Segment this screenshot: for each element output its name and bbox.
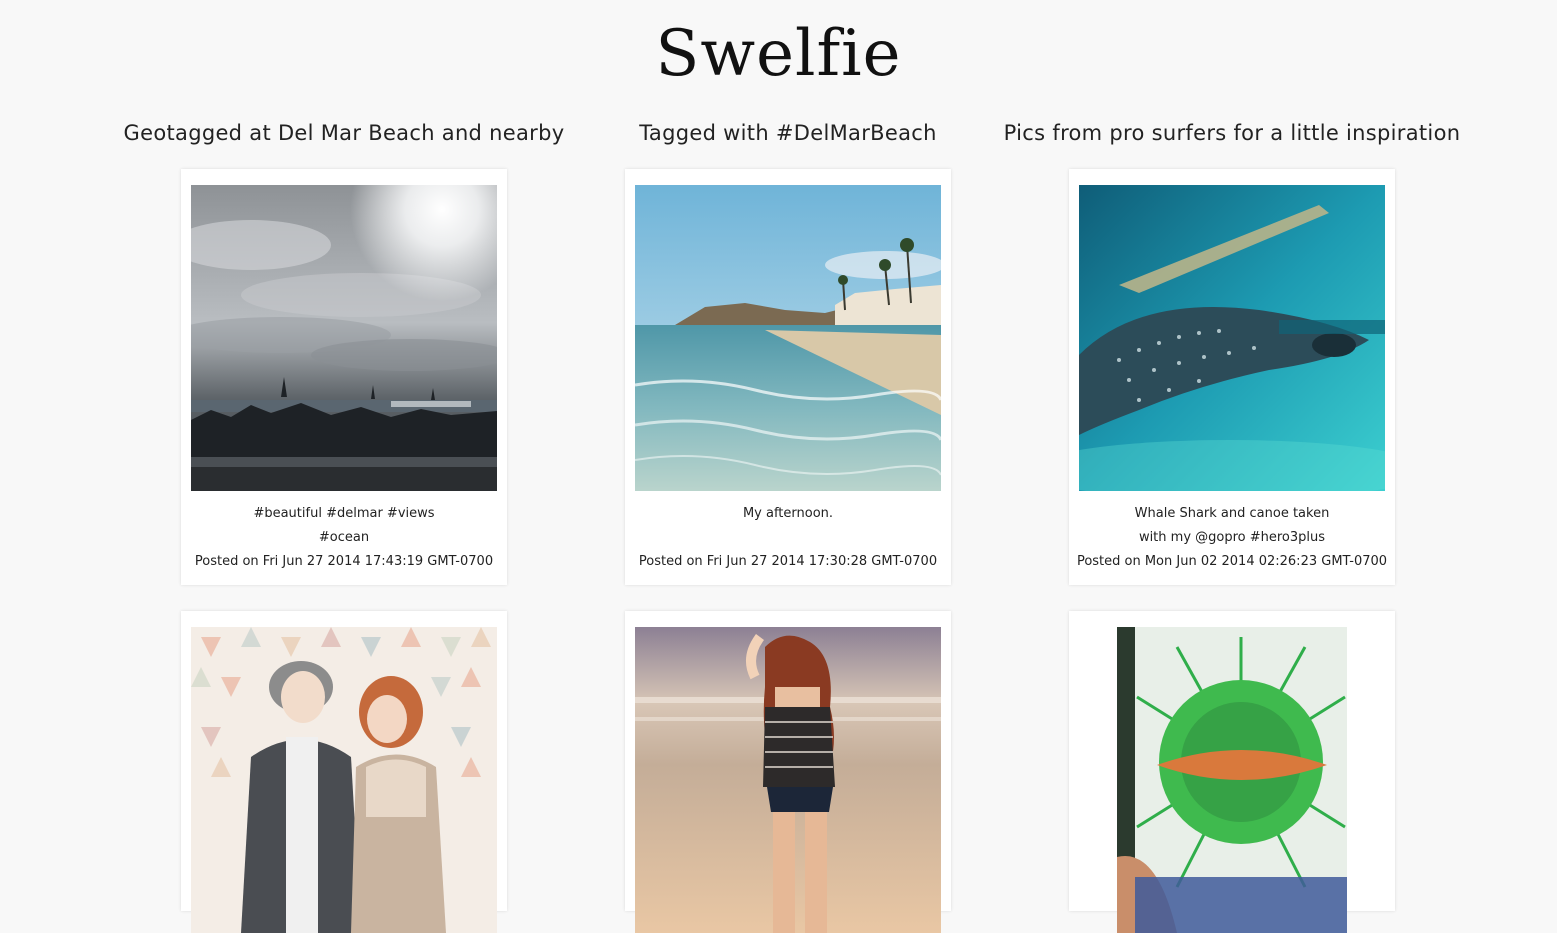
photo-whale-shark-underwater[interactable] bbox=[1079, 185, 1385, 491]
post-caption: My afternoon. bbox=[742, 506, 834, 521]
photo-beach-shoreline[interactable] bbox=[635, 185, 941, 491]
post-timestamp: Posted on Mon Jun 02 2014 02:26:23 GMT-0… bbox=[1076, 554, 1388, 569]
photo-card[interactable]: My afternoon. Posted on Fri Jun 27 2014 … bbox=[625, 169, 951, 585]
post-timestamp: Posted on Fri Jun 27 2014 17:30:28 GMT-0… bbox=[638, 554, 938, 569]
photo-girl-on-beach[interactable] bbox=[635, 627, 941, 933]
photo-illustrated-couple[interactable] bbox=[191, 627, 497, 933]
photo-card[interactable] bbox=[625, 611, 951, 933]
column-heading-geotagged: Geotagged at Del Mar Beach and nearby bbox=[123, 121, 565, 145]
photo-card[interactable] bbox=[1069, 611, 1395, 933]
post-caption: Whale Shark and canoe taken with my @gop… bbox=[1134, 506, 1330, 545]
app-title: Swelfie bbox=[655, 17, 902, 91]
photo-card[interactable]: Whale Shark and canoe taken with my @gop… bbox=[1069, 169, 1395, 585]
column-heading-pro-surfers: Pics from pro surfers for a little inspi… bbox=[1003, 121, 1461, 145]
photo-thai-stick-book[interactable] bbox=[1117, 627, 1347, 933]
post-timestamp: Posted on Fri Jun 27 2014 17:43:19 GMT-0… bbox=[194, 554, 494, 569]
photo-cloudy-sky-ocean[interactable] bbox=[191, 185, 497, 491]
photo-card[interactable] bbox=[181, 611, 507, 933]
column-heading-hashtag: Tagged with #DelMarBeach bbox=[639, 121, 937, 145]
photo-card[interactable]: #beautiful #delmar #views #ocean Posted … bbox=[181, 169, 507, 585]
post-caption: #beautiful #delmar #views #ocean bbox=[253, 506, 435, 545]
